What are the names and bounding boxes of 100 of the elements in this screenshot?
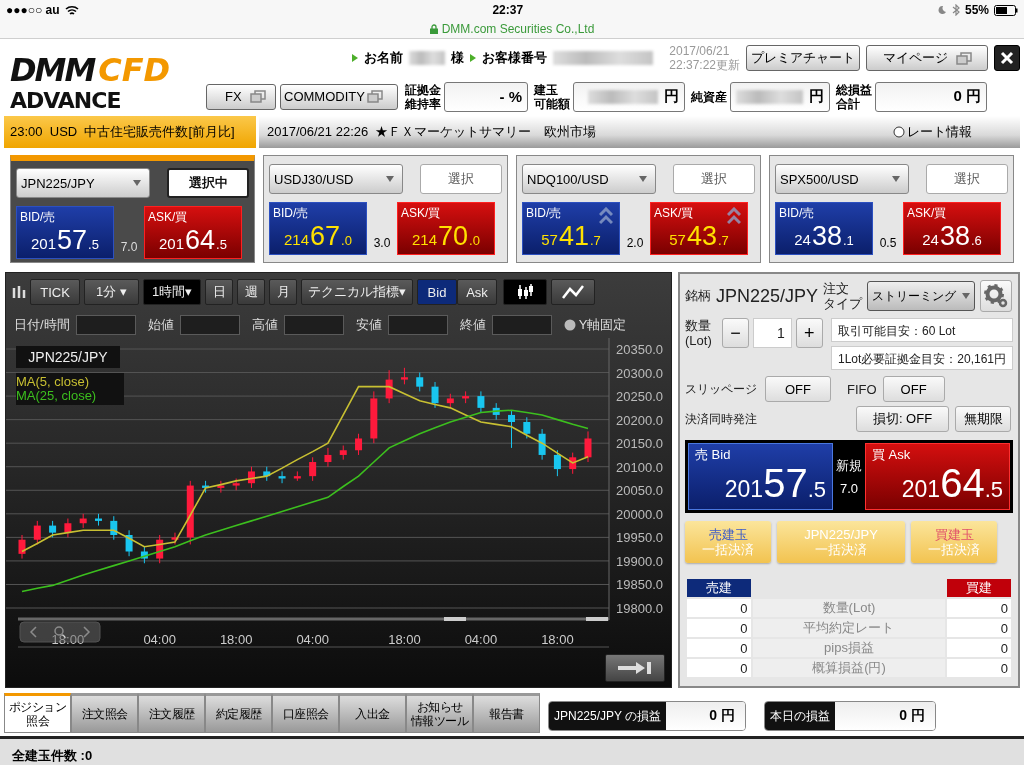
close-icon xyxy=(1000,51,1014,65)
bid-price-button[interactable]: BID/売 20157.5 xyxy=(16,206,114,259)
period-button[interactable]: 1分 ▾ xyxy=(84,279,139,305)
ohlc-label: 日付/時間 xyxy=(14,315,70,334)
select-button[interactable]: 選択 xyxy=(926,164,1008,194)
axis-tick-label: 19950.0 xyxy=(616,530,663,546)
axis-tick-label: 04:00 xyxy=(296,632,329,647)
candlestick xyxy=(492,402,500,421)
quantity-field[interactable]: 1 xyxy=(753,318,792,348)
slippage-button[interactable]: OFF xyxy=(765,376,831,402)
bottom-tab[interactable]: 注文履歴 xyxy=(138,693,205,733)
symbol-dropdown[interactable]: NDQ100/USD xyxy=(522,164,656,194)
candlestick xyxy=(33,520,41,545)
axis-tick-label: 04:00 xyxy=(464,632,498,647)
quantity-label: 数量 (Lot) xyxy=(685,318,713,348)
symbol-dropdown[interactable]: USDJ30/USD xyxy=(269,164,403,194)
settings-button[interactable] xyxy=(980,280,1013,312)
caret-icon xyxy=(133,180,141,186)
bid-price-button[interactable]: BID/売 21467.0 xyxy=(269,202,367,255)
price-side-button[interactable]: Bid xyxy=(417,279,457,305)
select-button[interactable]: 選択 xyxy=(673,164,755,194)
ohlc-field xyxy=(283,314,344,335)
order-type-dropdown[interactable]: ストリーミング xyxy=(867,281,976,311)
sell-price-button[interactable]: 売 Bid 20157.5 xyxy=(688,443,833,510)
header-button[interactable]: プレミアチャート xyxy=(746,45,860,71)
bid-price-button[interactable]: BID/売 2438.1 xyxy=(775,202,873,255)
redacted-block xyxy=(736,89,803,104)
symbol-label: 銘柄 xyxy=(685,287,711,305)
rate-info-label[interactable]: レート情報 xyxy=(907,123,972,141)
candlestick xyxy=(508,409,515,449)
symbol-dropdown[interactable]: SPX500/USD xyxy=(775,164,909,194)
axis-tick-label: 20350.0 xyxy=(616,342,663,357)
candlestick xyxy=(523,416,531,439)
period-button[interactable]: テクニカル指標▾ xyxy=(301,279,413,305)
candlestick-icon xyxy=(516,283,534,301)
spread-text: 0.5 xyxy=(878,236,898,252)
ohlc-field xyxy=(179,314,240,335)
jump-to-latest-button[interactable] xyxy=(605,653,665,682)
bottom-tab[interactable]: 約定履歴 xyxy=(205,693,272,733)
candlestick xyxy=(370,390,378,444)
axis-tick-label: 19850.0 xyxy=(616,577,663,593)
bottom-tab[interactable]: 口座照会 xyxy=(272,693,339,733)
bottom-tab[interactable]: お知らせ 情報ツール xyxy=(406,693,473,733)
select-button[interactable]: 選択 xyxy=(420,164,502,194)
minus-button[interactable]: − xyxy=(721,318,750,348)
bottom-tab[interactable]: ポジション 照会 xyxy=(4,693,71,733)
settlement-label: 決済同時発注 xyxy=(685,410,758,428)
candlestick xyxy=(217,480,225,494)
table-cell: 0 xyxy=(947,639,1011,657)
period-button[interactable]: TICK xyxy=(30,279,80,305)
period-button[interactable]: 1時間▾ xyxy=(143,279,201,305)
period-button[interactable]: 日 xyxy=(205,279,233,305)
candlestick xyxy=(553,449,561,477)
product-button[interactable]: COMMODITY xyxy=(280,83,398,110)
bid-price-button[interactable]: BID/売 5741.7 xyxy=(522,202,620,255)
jump-end-icon xyxy=(617,660,653,675)
fifo-button[interactable]: OFF xyxy=(882,376,945,402)
tradable-lot-text: 取引可能目安：60 Lot xyxy=(830,318,1013,342)
bottom-tab[interactable]: 注文照会 xyxy=(71,693,138,733)
plus-button[interactable]: + xyxy=(795,318,823,348)
axis-tick-label: 20050.0 xyxy=(616,483,663,499)
period-button[interactable]: 月 xyxy=(269,279,297,305)
ohlc-label: 始値 xyxy=(147,315,174,334)
y-axis-lock-label[interactable]: Y軸固定 xyxy=(578,315,627,334)
slippage-label: スリッページ xyxy=(685,380,758,398)
chart-type-button[interactable] xyxy=(503,279,547,305)
header-button[interactable]: マイページ xyxy=(866,45,988,71)
select-button[interactable]: 選択中 xyxy=(167,168,249,198)
axis-tick-label: 04:00 xyxy=(143,632,176,647)
close-button[interactable] xyxy=(994,45,1020,71)
ask-price-button[interactable]: ASK/買 2438.6 xyxy=(903,202,1001,255)
candlestick xyxy=(247,466,255,489)
symbol-dropdown[interactable]: JPN225/JPY xyxy=(16,168,150,198)
ask-price-button[interactable]: ASK/買 5743.7 xyxy=(650,202,748,255)
period-button[interactable]: 週 xyxy=(237,279,265,305)
new-order-label: 新規 xyxy=(836,457,862,475)
bottom-tab[interactable]: 入出金 xyxy=(339,693,406,733)
bulk-settle-button[interactable]: 売建玉 一括決済 xyxy=(685,521,771,563)
stop-loss-button[interactable]: 損切: OFF xyxy=(856,406,949,432)
axis-tick-label: 18:00 xyxy=(51,632,85,647)
ask-price-button[interactable]: ASK/買 20164.5 xyxy=(144,206,242,259)
required-margin-text: 1Lot必要証拠金目安：20,161円 xyxy=(830,346,1013,370)
update-date: 2017/06/21 xyxy=(669,44,731,58)
product-button[interactable]: FX xyxy=(206,83,276,110)
price-side-button[interactable]: Ask xyxy=(457,279,497,305)
summary-label: 証拠金 xyxy=(405,82,441,97)
bottom-tab[interactable]: 報告書 xyxy=(473,693,540,733)
ohlc-field xyxy=(491,314,552,335)
summary-label: 総損益 xyxy=(836,82,872,97)
news-headline: 23:00 USD 中古住宅販売件数[前月比] xyxy=(4,116,256,148)
candlestick xyxy=(416,372,424,392)
candlestick xyxy=(232,478,240,491)
scrollbar-thumb xyxy=(586,617,608,621)
chart-type-button[interactable] xyxy=(551,279,595,305)
profit-loss-value: 0 円 xyxy=(835,702,935,730)
battery-text: 55% xyxy=(964,3,989,17)
buy-price-button[interactable]: 買 Ask 20164.5 xyxy=(865,443,1010,510)
ask-price-button[interactable]: ASK/買 21470.0 xyxy=(397,202,495,255)
radio-icon xyxy=(893,126,905,138)
expiry-button[interactable]: 無期限 xyxy=(955,406,1011,432)
